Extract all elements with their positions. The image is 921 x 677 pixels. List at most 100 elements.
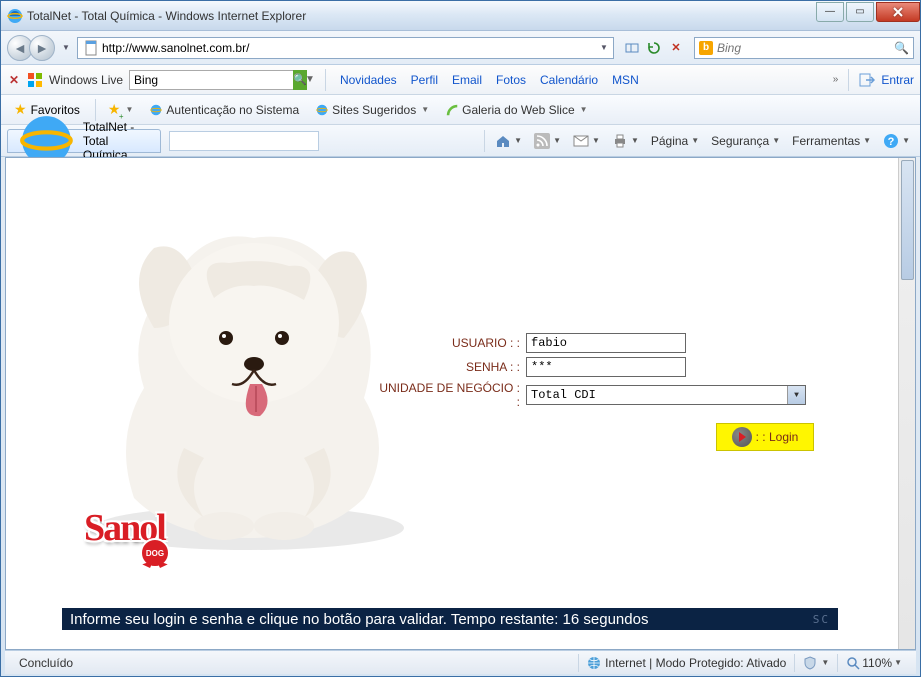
page-menu[interactable]: Página▼ <box>647 132 703 150</box>
ie-icon <box>7 8 23 24</box>
content-viewport: Sanol DOG USUARIO : : SENHA : : <box>5 157 916 650</box>
separator <box>95 99 96 121</box>
page-icon <box>83 40 99 56</box>
login-page: Sanol DOG USUARIO : : SENHA : : <box>6 158 886 649</box>
info-message-bar: Informe seu login e senha e clique no bo… <box>62 608 838 630</box>
window-buttons: — ▭ <box>814 2 920 22</box>
windows-live-bar: ✕ Windows Live 🔍 ▼ Novidades Perfil Emai… <box>1 65 920 95</box>
fav-link-gallery[interactable]: Galeria do Web Slice ▼ <box>441 101 591 119</box>
wl-signin-link[interactable]: Entrar <box>881 73 914 87</box>
add-favorite-button[interactable]: ★+ ▼ <box>104 99 137 120</box>
sanol-logo: Sanol DOG <box>84 506 165 550</box>
separator <box>848 69 849 91</box>
compat-view-button[interactable] <box>622 38 642 58</box>
home-button[interactable]: ▼ <box>491 131 526 151</box>
browser-tab[interactable]: TotalNet - Total Química <box>7 129 161 153</box>
login-button[interactable]: : : Login <box>716 423 814 451</box>
fav-link-auth[interactable]: Autenticação no Sistema <box>145 101 303 119</box>
login-form: USUARIO : : SENHA : : UNIDADE DE NEGÓCIO… <box>376 333 846 451</box>
svg-text:?: ? <box>888 136 895 148</box>
fav-link-label: Galeria do Web Slice <box>462 103 575 117</box>
webslice-icon <box>445 103 459 117</box>
mail-icon <box>573 133 589 149</box>
menu-label: Página <box>651 134 688 148</box>
play-icon <box>732 427 752 447</box>
search-bar[interactable]: b 🔍 <box>694 37 914 59</box>
wl-search[interactable]: 🔍 <box>129 70 299 90</box>
tab-title: TotalNet - Total Química <box>83 120 146 162</box>
maximize-button[interactable]: ▭ <box>846 2 874 22</box>
feeds-button[interactable]: ▼ <box>530 131 565 151</box>
chevron-down-icon: ▼ <box>787 386 805 404</box>
scrollbar-thumb[interactable] <box>901 160 914 280</box>
menu-label: Segurança <box>711 134 769 148</box>
address-bar[interactable]: ▼ <box>77 37 614 59</box>
zone-label: Internet | Modo Protegido: Ativado <box>605 656 786 670</box>
minimize-button[interactable]: — <box>816 2 844 22</box>
tools-menu[interactable]: Ferramentas▼ <box>788 132 875 150</box>
info-trail: SC <box>813 613 830 626</box>
signin-icon <box>859 72 875 88</box>
fav-link-sites[interactable]: Sites Sugeridos ▼ <box>311 101 433 119</box>
wl-link-fotos[interactable]: Fotos <box>492 71 530 89</box>
zoom-control[interactable]: 110% ▼ <box>838 656 910 670</box>
unidade-select[interactable]: Total CDI ▼ <box>526 385 806 405</box>
browser-window: TotalNet - Total Química - Windows Inter… <box>0 0 921 677</box>
chevron-down-icon: ▼ <box>580 105 588 114</box>
unidade-label: UNIDADE DE NEGÓCIO : : <box>376 381 526 409</box>
security-zone[interactable]: Internet | Modo Protegido: Ativado <box>579 656 794 670</box>
separator <box>484 130 485 152</box>
status-bar: Concluído Internet | Modo Protegido: Ati… <box>5 650 916 674</box>
nav-history-dropdown[interactable]: ▼ <box>59 43 73 52</box>
menu-label: Ferramentas <box>792 134 860 148</box>
wl-link-email[interactable]: Email <box>448 71 486 89</box>
wl-close-button[interactable]: ✕ <box>7 73 21 87</box>
security-menu[interactable]: Segurança▼ <box>707 132 784 150</box>
search-go-button[interactable]: 🔍 <box>894 41 909 55</box>
page-content[interactable]: Sanol DOG USUARIO : : SENHA : : <box>6 158 915 649</box>
separator <box>325 69 326 91</box>
help-icon: ? <box>883 133 899 149</box>
protected-mode-toggle[interactable]: ▼ <box>795 656 837 670</box>
star-add-icon: ★+ <box>108 101 121 118</box>
wl-search-input[interactable] <box>130 73 293 87</box>
nav-toolbar: ◄ ► ▼ ▼ ✕ b 🔍 <box>1 31 920 65</box>
bing-icon: b <box>699 41 713 55</box>
wl-link-calendario[interactable]: Calendário <box>536 71 602 89</box>
usuario-input[interactable] <box>526 333 686 353</box>
home-icon <box>495 133 511 149</box>
url-input[interactable] <box>102 41 597 55</box>
usuario-label: USUARIO : : <box>376 336 526 350</box>
globe-icon <box>587 656 601 670</box>
senha-input[interactable] <box>526 357 686 377</box>
rss-icon <box>534 133 550 149</box>
status-text: Concluído <box>11 656 81 670</box>
help-button[interactable]: ?▼ <box>879 131 914 151</box>
wl-more-button[interactable]: » <box>833 74 839 85</box>
vertical-scrollbar[interactable] <box>898 158 915 649</box>
wl-search-dropdown[interactable]: ▼ <box>305 74 315 85</box>
stop-button[interactable]: ✕ <box>666 38 686 58</box>
wl-link-novidades[interactable]: Novidades <box>336 71 401 89</box>
refresh-button[interactable] <box>644 38 664 58</box>
unidade-value: Total CDI <box>527 388 787 402</box>
wl-link-perfil[interactable]: Perfil <box>407 71 442 89</box>
url-dropdown[interactable]: ▼ <box>597 43 611 52</box>
chevron-down-icon: ▼ <box>894 658 902 667</box>
forward-button[interactable]: ► <box>29 35 55 61</box>
ie-small-icon <box>149 103 163 117</box>
wl-link-msn[interactable]: MSN <box>608 71 643 89</box>
search-input[interactable] <box>717 41 894 55</box>
print-button[interactable]: ▼ <box>608 131 643 151</box>
fav-link-label: Autenticação no Sistema <box>166 103 299 117</box>
ie-small-icon <box>315 103 329 117</box>
senha-label: SENHA : : <box>376 360 526 374</box>
zoom-icon <box>846 656 860 670</box>
new-tab-input[interactable] <box>169 131 319 151</box>
chevron-down-icon: ▼ <box>421 105 429 114</box>
window-title: TotalNet - Total Química - Windows Inter… <box>27 9 814 23</box>
close-button[interactable] <box>876 2 920 22</box>
mail-button[interactable]: ▼ <box>569 131 604 151</box>
windows-live-icon <box>27 72 43 88</box>
titlebar: TotalNet - Total Química - Windows Inter… <box>1 1 920 31</box>
